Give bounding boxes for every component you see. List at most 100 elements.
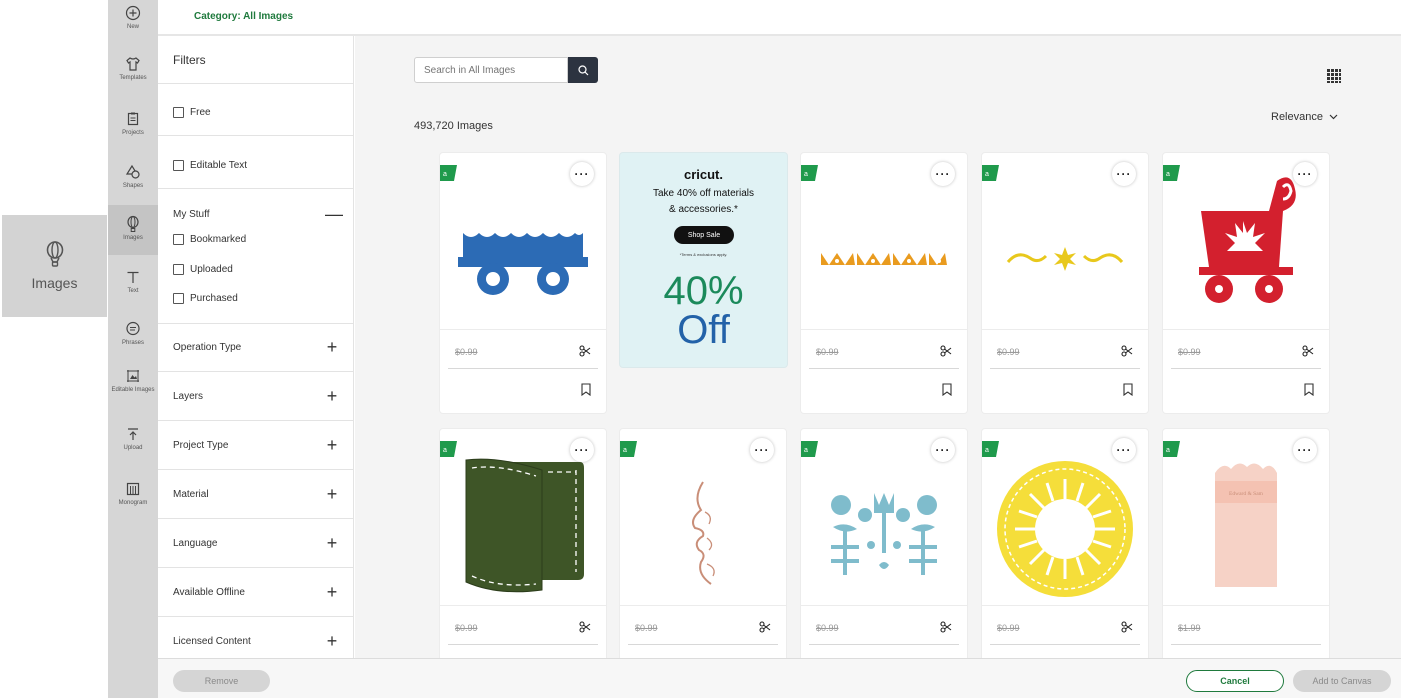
cut-scissors-icon — [1121, 345, 1133, 357]
cut-scissors-icon — [579, 621, 591, 633]
speech-bubble-icon — [126, 321, 140, 336]
filter-material[interactable]: Material + — [173, 485, 339, 503]
filter-licensed-content[interactable]: Licensed Content + — [173, 632, 339, 650]
green-wallet-image — [465, 458, 584, 593]
rail-item-new[interactable]: New — [108, 4, 158, 38]
image-card[interactable]: a ··· $0.99 — [801, 153, 967, 413]
more-options-button[interactable]: ··· — [1112, 162, 1136, 186]
filters-panel: Filters Free Editable Text My Stuff — Bo… — [158, 36, 354, 658]
more-options-button[interactable]: ··· — [931, 162, 955, 186]
more-options-button[interactable]: ··· — [750, 438, 774, 462]
filter-free[interactable]: Free — [173, 107, 211, 118]
grid-view-icon[interactable] — [1327, 69, 1341, 83]
promo-banner[interactable]: cricut. Take 40% off materials & accesso… — [620, 153, 787, 367]
filter-bookmarked[interactable]: Bookmarked — [173, 234, 246, 245]
yellow-flourish-image — [1006, 247, 1124, 271]
results-count: 493,720 Images — [414, 120, 493, 132]
pink-tag-image: Edward & Sam — [1215, 463, 1277, 587]
monogram-icon — [126, 482, 140, 496]
filter-uploaded[interactable]: Uploaded — [173, 264, 233, 275]
divider — [158, 188, 354, 189]
purchased-checkbox[interactable] — [173, 293, 184, 304]
collapse-icon[interactable]: — — [325, 205, 343, 223]
add-to-canvas-button[interactable]: Add to Canvas — [1293, 670, 1391, 692]
callout-label: Images — [31, 275, 78, 291]
image-card[interactable]: a ··· $0.99 — [801, 429, 967, 669]
sort-dropdown[interactable]: Relevance — [1271, 111, 1338, 123]
orange-border-image — [821, 253, 947, 265]
editable-images-icon — [127, 370, 139, 382]
bookmarked-checkbox[interactable] — [173, 234, 184, 245]
divider — [158, 469, 354, 470]
image-card[interactable]: a ··· Edward & Sam $1.99 — [1163, 429, 1329, 669]
filter-operation-type[interactable]: Operation Type + — [173, 338, 339, 356]
filter-project-type[interactable]: Project Type + — [173, 436, 339, 454]
image-preview — [801, 189, 967, 329]
bookmark-icon[interactable] — [942, 383, 952, 396]
filter-available-offline[interactable]: Available Offline + — [173, 583, 339, 601]
expand-icon[interactable]: + — [325, 387, 339, 405]
rail-item-projects[interactable]: Projects — [108, 110, 158, 146]
red-sleigh-image — [1199, 177, 1296, 303]
filters-title: Filters — [173, 53, 206, 67]
expand-icon[interactable]: + — [325, 485, 339, 503]
filter-layers[interactable]: Layers + — [173, 387, 339, 405]
rail-item-editable-images[interactable]: Editable Images — [108, 367, 158, 417]
image-preview — [982, 455, 1148, 603]
images-callout: Images — [2, 215, 107, 317]
price: $0.99 — [997, 623, 1020, 633]
rail-item-text[interactable]: Text — [108, 268, 158, 304]
image-card[interactable]: a ··· $0.99 — [1163, 153, 1329, 413]
price: $0.99 — [1178, 347, 1201, 357]
uploaded-checkbox[interactable] — [173, 264, 184, 275]
bookmark-icon[interactable] — [1123, 383, 1133, 396]
svg-text:a: a — [985, 171, 989, 178]
rail-item-upload[interactable]: Upload — [108, 425, 158, 461]
price: $0.99 — [455, 347, 478, 357]
image-card[interactable]: a ··· $0.99 — [620, 429, 786, 669]
divider — [158, 567, 354, 568]
image-card[interactable]: a ··· $0.99 — [982, 429, 1148, 669]
divider — [158, 371, 354, 372]
expand-icon[interactable]: + — [325, 583, 339, 601]
editable-text-checkbox[interactable] — [173, 160, 184, 171]
free-checkbox[interactable] — [173, 107, 184, 118]
filter-editable-text[interactable]: Editable Text — [173, 160, 247, 171]
rail-item-images[interactable]: Images — [108, 205, 158, 255]
rail-item-shapes[interactable]: Shapes — [108, 163, 158, 199]
expand-icon[interactable]: + — [325, 338, 339, 356]
price: $1.99 — [1178, 623, 1201, 633]
more-options-button[interactable]: ··· — [931, 438, 955, 462]
search-button[interactable] — [568, 57, 598, 83]
my-stuff-header[interactable]: My Stuff — — [173, 205, 343, 223]
cancel-button[interactable]: Cancel — [1186, 670, 1284, 692]
cricut-access-tag-icon: a — [801, 441, 818, 457]
expand-icon[interactable]: + — [325, 436, 339, 454]
bookmark-icon[interactable] — [1304, 383, 1314, 396]
face-profile-image — [692, 481, 715, 585]
tag-text: Edward & Sam — [1229, 491, 1264, 497]
shop-sale-button[interactable]: Shop Sale — [674, 226, 734, 244]
search-input[interactable] — [414, 57, 568, 83]
upload-icon — [128, 428, 138, 440]
divider — [158, 518, 354, 519]
image-card[interactable]: a ··· $0.99 — [440, 153, 606, 413]
project-icon — [127, 112, 139, 126]
price: $0.99 — [455, 623, 478, 633]
more-options-button[interactable]: ··· — [570, 162, 594, 186]
filter-language[interactable]: Language + — [173, 534, 339, 552]
rail-item-templates[interactable]: Templates — [108, 55, 158, 91]
svg-text:a: a — [443, 171, 447, 178]
image-card[interactable]: a ··· $0.99 — [982, 153, 1148, 413]
app-window: Images New Templates Projects Shapes Ima… — [0, 0, 1401, 698]
bookmark-icon[interactable] — [581, 383, 591, 396]
rail-item-phrases[interactable]: Phrases — [108, 320, 158, 356]
expand-icon[interactable]: + — [325, 632, 339, 650]
expand-icon[interactable]: + — [325, 534, 339, 552]
tshirt-icon — [126, 57, 140, 71]
remove-button[interactable]: Remove — [173, 670, 270, 692]
filter-purchased[interactable]: Purchased — [173, 293, 238, 304]
image-card[interactable]: a ··· $0.99 — [440, 429, 606, 669]
divider — [158, 420, 354, 421]
rail-item-monogram[interactable]: Monogram — [108, 480, 158, 516]
